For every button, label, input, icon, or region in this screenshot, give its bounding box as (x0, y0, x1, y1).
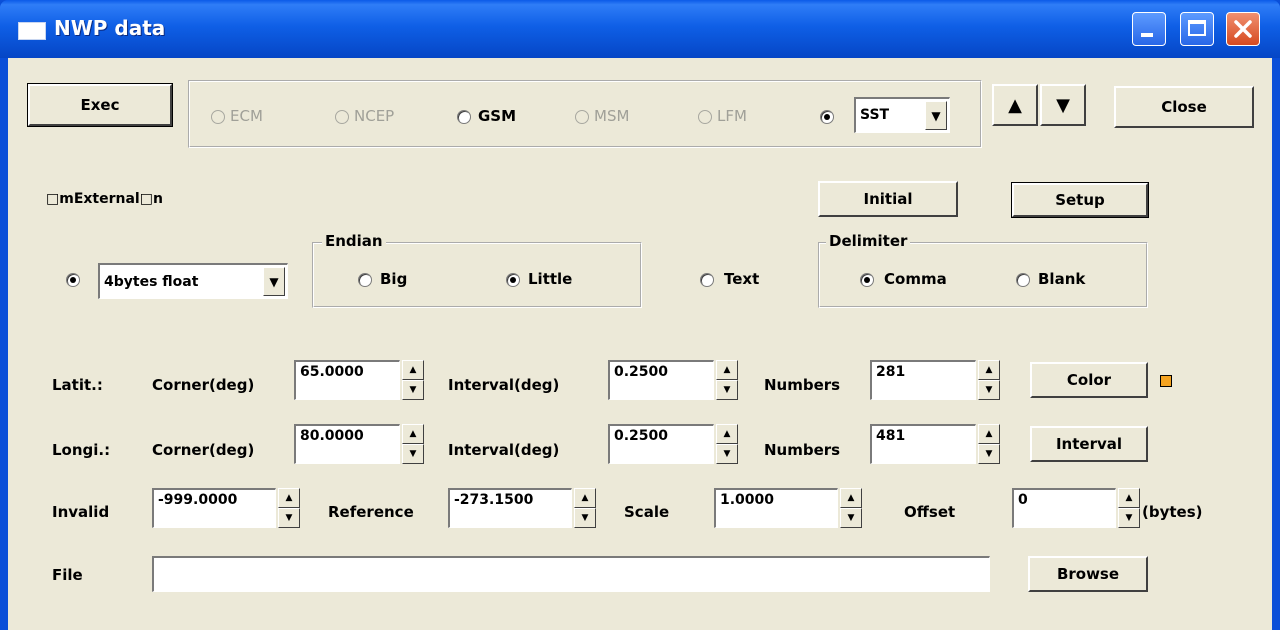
delimiter-comma-radio[interactable] (860, 273, 874, 287)
minimize-button[interactable] (1132, 12, 1166, 46)
setup-button[interactable]: Setup (1011, 182, 1149, 218)
endian-big-label: Big (380, 270, 408, 288)
longitude-interval-input[interactable]: 0.2500 (608, 424, 714, 464)
close-button[interactable]: Close (1114, 86, 1254, 128)
browse-button[interactable]: Browse (1028, 556, 1148, 592)
longitude-numbers-spinner[interactable]: ▲ ▼ (978, 424, 1000, 464)
minimize-icon (1141, 33, 1153, 37)
offset-unit-label: (bytes) (1142, 503, 1203, 521)
longitude-numbers-input[interactable]: 481 (870, 424, 976, 464)
dialog-client-area: Exec ECM NCEP GSM MSM LFM SST ▼ ▲ ▼ Clos… (8, 58, 1272, 630)
model-radio-sst[interactable] (820, 110, 834, 124)
invalid-input[interactable]: -999.0000 (152, 488, 276, 528)
initial-button[interactable]: Initial (818, 181, 958, 217)
text-format-label: Text (724, 270, 760, 288)
reference-input[interactable]: -273.1500 (448, 488, 572, 528)
model-label-ecm: ECM (230, 107, 263, 125)
sst-select-value: SST (860, 107, 890, 123)
endian-little-label: Little (528, 270, 573, 288)
longitude-interval-spinner[interactable]: ▲ ▼ (716, 424, 738, 464)
latitude-corner-input[interactable]: 65.0000 (294, 360, 400, 400)
chevron-down-icon[interactable]: ▼ (925, 101, 947, 130)
invalid-label: Invalid (52, 503, 110, 521)
text-format-radio[interactable] (700, 273, 714, 287)
model-radio-msm[interactable] (575, 110, 589, 124)
longitude-numbers-label: Numbers (764, 441, 841, 459)
offset-spinner[interactable]: ▲ ▼ (1118, 488, 1140, 528)
data-type-select-value: 4bytes float (104, 274, 199, 290)
external-label: □mExternal□n (46, 191, 163, 207)
close-window-button[interactable] (1226, 12, 1260, 46)
delimiter-legend: Delimiter (826, 232, 911, 250)
title-bar[interactable]: NWP data (0, 0, 1280, 58)
delimiter-comma-label: Comma (884, 270, 947, 288)
scale-input[interactable]: 1.0000 (714, 488, 838, 528)
reference-spinner[interactable]: ▲ ▼ (574, 488, 596, 528)
model-radio-ncep[interactable] (335, 110, 349, 124)
window-title: NWP data (54, 16, 166, 40)
move-down-button[interactable]: ▼ (1040, 84, 1086, 126)
longitude-label: Longi.: (52, 441, 111, 459)
invalid-spinner[interactable]: ▲ ▼ (278, 488, 300, 528)
latitude-interval-label: Interval(deg) (448, 376, 560, 394)
latitude-label: Latit.: (52, 376, 103, 394)
endian-little-radio[interactable] (506, 273, 520, 287)
model-radio-ecm[interactable] (211, 110, 225, 124)
endian-big-radio[interactable] (358, 273, 372, 287)
scale-spinner[interactable]: ▲ ▼ (840, 488, 862, 528)
maximize-icon (1188, 20, 1206, 36)
reference-label: Reference (328, 503, 414, 521)
latitude-corner-spinner[interactable]: ▲ ▼ (402, 360, 424, 400)
model-label-ncep: NCEP (354, 107, 395, 125)
delimiter-blank-radio[interactable] (1016, 273, 1030, 287)
delimiter-blank-label: Blank (1038, 270, 1086, 288)
nwp-data-window: NWP data Exec ECM NCEP GSM MSM LFM SST ▼… (0, 0, 1280, 630)
binary-format-radio[interactable] (66, 273, 80, 287)
latitude-interval-spinner[interactable]: ▲ ▼ (716, 360, 738, 400)
color-button[interactable]: Color (1030, 362, 1148, 398)
longitude-corner-input[interactable]: 80.0000 (294, 424, 400, 464)
chevron-down-icon[interactable]: ▼ (263, 267, 285, 296)
latitude-numbers-label: Numbers (764, 376, 841, 394)
sst-select[interactable]: SST ▼ (854, 97, 950, 133)
offset-input[interactable]: 0 (1012, 488, 1116, 528)
latitude-numbers-spinner[interactable]: ▲ ▼ (978, 360, 1000, 400)
model-radio-lfm[interactable] (698, 110, 712, 124)
move-up-button[interactable]: ▲ (992, 84, 1038, 126)
model-radio-gsm[interactable] (457, 110, 471, 124)
longitude-interval-label: Interval(deg) (448, 441, 560, 459)
model-label-lfm: LFM (717, 107, 747, 125)
offset-label: Offset (904, 503, 956, 521)
maximize-button[interactable] (1180, 12, 1214, 46)
interval-button[interactable]: Interval (1030, 426, 1148, 462)
latitude-corner-label: Corner(deg) (152, 376, 255, 394)
window-icon (18, 22, 46, 40)
file-path-input[interactable] (152, 556, 990, 592)
file-label: File (52, 566, 83, 584)
model-label-msm: MSM (594, 107, 630, 125)
latitude-numbers-input[interactable]: 281 (870, 360, 976, 400)
exec-button[interactable]: Exec (27, 83, 173, 127)
longitude-corner-label: Corner(deg) (152, 441, 255, 459)
data-type-select[interactable]: 4bytes float ▼ (98, 263, 288, 299)
model-label-gsm: GSM (478, 107, 517, 125)
endian-legend: Endian (322, 232, 386, 250)
close-icon (1234, 20, 1252, 38)
latitude-interval-input[interactable]: 0.2500 (608, 360, 714, 400)
color-swatch (1160, 375, 1172, 387)
longitude-corner-spinner[interactable]: ▲ ▼ (402, 424, 424, 464)
scale-label: Scale (624, 503, 670, 521)
